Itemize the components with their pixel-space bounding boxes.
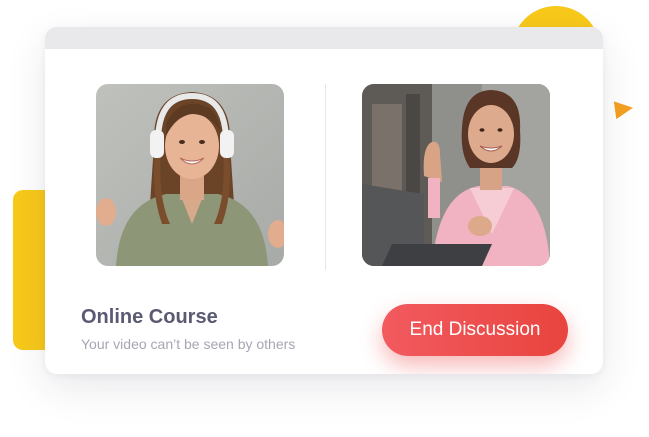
course-title: Online Course <box>81 306 218 328</box>
decorative-orange-triangle <box>613 98 635 120</box>
tile-divider <box>325 84 326 270</box>
participant-video-instructor[interactable] <box>362 84 550 266</box>
student-video-image <box>96 84 284 266</box>
participant-video-student[interactable] <box>96 84 284 266</box>
instructor-video-image <box>362 84 550 266</box>
end-discussion-button[interactable]: End Discussion <box>382 304 568 356</box>
video-status-text: Your video can’t be seen by others <box>81 336 296 352</box>
window-titlebar <box>45 27 603 49</box>
video-call-window: Online Course Your video can’t be seen b… <box>45 27 603 374</box>
video-call-illustration: Online Course Your video can’t be seen b… <box>0 0 649 437</box>
